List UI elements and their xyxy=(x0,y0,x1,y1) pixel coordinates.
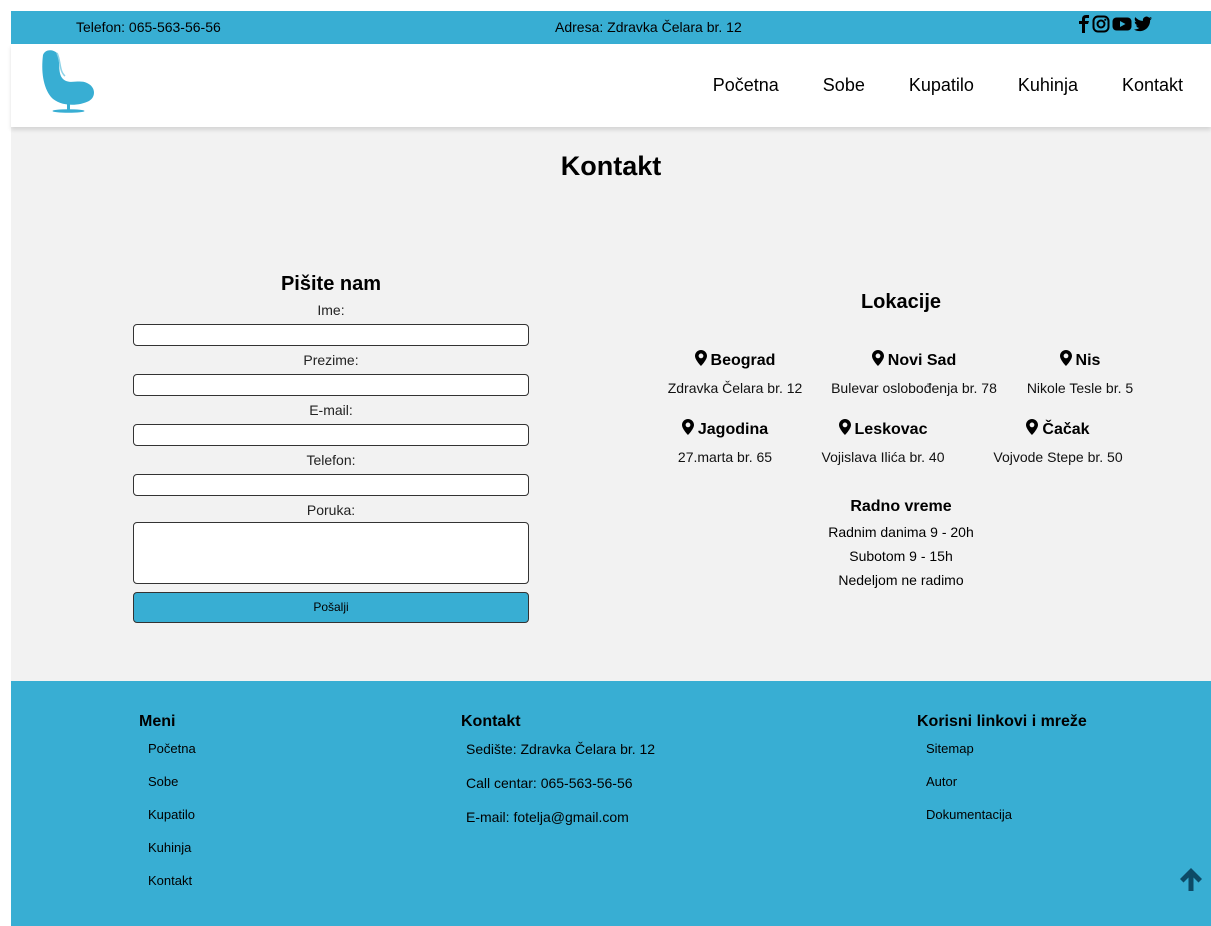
footer-contact-title: Kontakt xyxy=(461,713,521,730)
footer-menu-title: Meni xyxy=(139,713,176,730)
location-beograd: Beograd Zdravka Čelara br. 12 xyxy=(640,350,830,396)
chair-logo-icon[interactable] xyxy=(39,49,99,118)
nav-item-kupatilo[interactable]: Kupatilo xyxy=(909,75,974,96)
nav-item-kuhinja[interactable]: Kuhinja xyxy=(1018,75,1078,96)
location-cacak: Čačak Vojvode Stepe br. 50 xyxy=(963,419,1153,465)
last-name-input[interactable] xyxy=(133,374,529,396)
location-novi-sad: Novi Sad Bulevar oslobođenja br. 78 xyxy=(819,350,1009,396)
nav-item-kontakt[interactable]: Kontakt xyxy=(1122,75,1183,96)
instagram-icon[interactable] xyxy=(1092,15,1110,33)
location-city: Čačak xyxy=(1042,420,1090,438)
top-bar: Telefon: 065-563-56-56 Adresa: Zdravka Č… xyxy=(11,11,1211,44)
hours-weekdays: Radnim danima 9 - 20h xyxy=(828,524,974,540)
send-button[interactable]: Pošalji xyxy=(133,592,529,623)
location-city: Nis xyxy=(1075,351,1101,369)
footer-email: E-mail: fotelja@gmail.com xyxy=(466,809,629,825)
social-links xyxy=(1078,15,1152,33)
map-pin-icon xyxy=(694,350,707,371)
contact-form: Pišite nam Ime: Prezime: E-mail: Telefon… xyxy=(133,273,529,623)
top-address: Adresa: Zdravka Čelara br. 12 xyxy=(555,19,742,35)
location-address: Vojvode Stepe br. 50 xyxy=(993,449,1123,465)
location-nis: Nis Nikole Tesle br. 5 xyxy=(985,350,1175,396)
location-address: Bulevar oslobođenja br. 78 xyxy=(831,380,997,396)
location-city: Novi Sad xyxy=(887,351,957,369)
email-input[interactable] xyxy=(133,424,529,446)
first-name-input[interactable] xyxy=(133,324,529,346)
location-address: Vojislava Ilića br. 40 xyxy=(821,449,945,465)
footer-links: Korisni linkovi i mreže Sitemap Autor Do… xyxy=(917,713,1087,824)
map-pin-icon xyxy=(1026,419,1039,440)
main-nav: Početna Sobe Kupatilo Kuhinja Kontakt xyxy=(669,44,1183,127)
footer-link-dokumentacija[interactable]: Dokumentacija xyxy=(926,807,1087,824)
footer-link-kupatilo[interactable]: Kupatilo xyxy=(148,807,196,824)
youtube-icon[interactable] xyxy=(1112,15,1132,33)
footer-link-autor[interactable]: Autor xyxy=(926,774,1087,791)
map-pin-icon xyxy=(1059,350,1072,371)
locations-title: Lokacije xyxy=(860,291,942,313)
map-pin-icon xyxy=(838,419,851,440)
site-header: Početna Sobe Kupatilo Kuhinja Kontakt xyxy=(11,44,1211,127)
hours-saturday: Subotom 9 - 15h xyxy=(849,548,953,564)
footer-link-pocetna[interactable]: Početna xyxy=(148,741,196,758)
footer-menu: Meni Početna Sobe Kupatilo Kuhinja Konta… xyxy=(139,713,196,890)
working-hours-title: Radno vreme xyxy=(850,498,952,515)
location-city: Jagodina xyxy=(697,420,769,438)
footer-link-kuhinja[interactable]: Kuhinja xyxy=(148,840,196,857)
email-label: E-mail: xyxy=(309,402,353,418)
location-city: Leskovac xyxy=(854,420,928,438)
page-title: Kontakt xyxy=(560,151,662,181)
footer-hq: Sedište: Zdravka Čelara br. 12 xyxy=(466,741,656,757)
nav-item-sobe[interactable]: Sobe xyxy=(823,75,865,96)
page: Telefon: 065-563-56-56 Adresa: Zdravka Č… xyxy=(11,11,1211,926)
hours-sunday: Nedeljom ne radimo xyxy=(838,572,964,588)
location-address: Zdravka Čelara br. 12 xyxy=(667,380,803,396)
arrow-up-icon[interactable] xyxy=(1178,866,1204,897)
message-label: Poruka: xyxy=(306,502,356,518)
footer-links-title: Korisni linkovi i mreže xyxy=(917,713,1087,730)
facebook-icon[interactable] xyxy=(1078,15,1090,33)
top-phone: Telefon: 065-563-56-56 xyxy=(76,19,221,35)
map-pin-icon xyxy=(681,419,694,440)
location-leskovac: Leskovac Vojislava Ilića br. 40 xyxy=(788,419,978,465)
first-name-label: Ime: xyxy=(317,302,345,318)
footer-call-center: Call centar: 065-563-56-56 xyxy=(466,775,633,791)
location-address: Nikole Tesle br. 5 xyxy=(1026,380,1134,396)
form-title: Pišite nam xyxy=(280,273,382,295)
message-textarea[interactable] xyxy=(133,522,529,584)
nav-item-pocetna[interactable]: Početna xyxy=(713,75,779,96)
phone-label: Telefon: xyxy=(306,452,356,468)
site-footer: Meni Početna Sobe Kupatilo Kuhinja Konta… xyxy=(11,681,1211,926)
footer-link-kontakt[interactable]: Kontakt xyxy=(148,873,196,890)
last-name-label: Prezime: xyxy=(303,352,359,368)
footer-contact: Kontakt Sedište: Zdravka Čelara br. 12 C… xyxy=(461,713,655,827)
working-hours: Radno vreme Radnim danima 9 - 20h Suboto… xyxy=(801,498,1001,588)
footer-link-sitemap[interactable]: Sitemap xyxy=(926,741,1087,758)
map-pin-icon xyxy=(871,350,884,371)
phone-input[interactable] xyxy=(133,474,529,496)
footer-link-sobe[interactable]: Sobe xyxy=(148,774,196,791)
twitter-icon[interactable] xyxy=(1134,16,1152,32)
location-city: Beograd xyxy=(710,351,776,369)
